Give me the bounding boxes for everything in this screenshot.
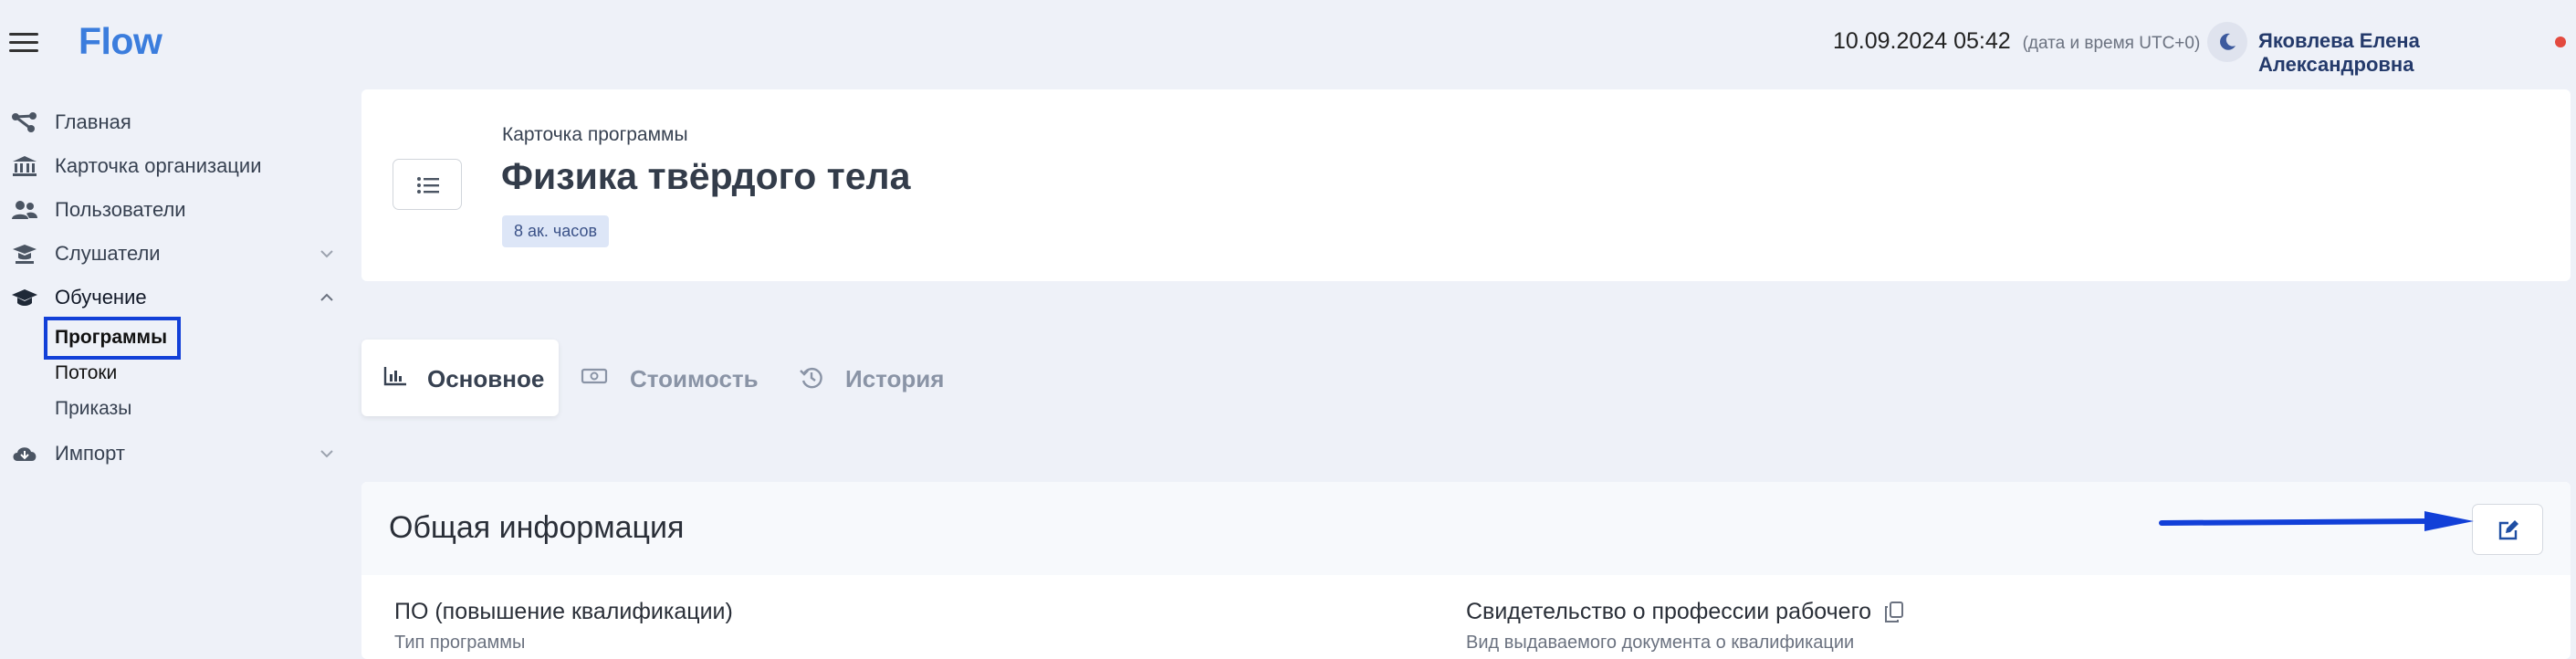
tab-label: История xyxy=(845,365,945,392)
program-card: Карточка программы Физика твёрдого тела … xyxy=(361,89,2571,281)
user-name[interactable]: Яковлева Елена Александровна xyxy=(2258,29,2576,77)
theme-toggle-button[interactable] xyxy=(2207,22,2247,62)
app-logo[interactable]: Flow xyxy=(79,20,162,63)
document-type-row: Свидетельство о профессии рабочего xyxy=(1466,599,1904,625)
history-icon xyxy=(800,367,822,389)
datetime-note: (дата и время UTC+0) xyxy=(2022,34,2201,53)
document-type-value: Свидетельство о профессии рабочего xyxy=(1466,599,1872,624)
bank-icon xyxy=(13,156,37,176)
money-icon xyxy=(581,368,608,384)
general-info-panel: Общая информация ПО (повышение квалифика… xyxy=(361,482,2571,659)
sidebar-subitem-label: Потоки xyxy=(55,362,118,383)
sidebar-item-label: Главная xyxy=(55,110,131,133)
cloud-download-icon xyxy=(13,447,37,461)
sidebar-subitem-streams[interactable]: Потоки xyxy=(0,355,347,391)
sidebar-subitem-label: Программы xyxy=(55,327,168,348)
sidebar-item-label: Пользователи xyxy=(55,198,186,221)
program-type-caption: Тип программы xyxy=(394,633,526,653)
datetime-value: 10.09.2024 05:42 xyxy=(1833,28,2011,54)
flow-icon xyxy=(12,112,37,132)
chevron-up-icon[interactable] xyxy=(318,288,336,307)
program-type-field: ПО (повышение квалификации) Тип программ… xyxy=(394,599,733,654)
sidebar-item-label: Обучение xyxy=(55,286,147,309)
sidebar-subitem-programs[interactable]: Программы xyxy=(0,319,347,355)
sidebar: Главная Карточка организации Пользовател… xyxy=(0,100,347,476)
current-datetime: 10.09.2024 05:42 (дата и время UTC+0) xyxy=(1833,28,2200,55)
sidebar-item-label: Карточка организации xyxy=(55,154,262,177)
sidebar-subitem-orders[interactable]: Приказы xyxy=(0,391,347,426)
chevron-down-icon[interactable] xyxy=(318,445,336,463)
copy-icon[interactable] xyxy=(1884,601,1904,623)
hours-badge: 8 ак. часов xyxy=(502,215,610,247)
tab-main[interactable]: Основное xyxy=(361,340,559,416)
program-type-value: ПО (повышение квалификации) xyxy=(394,599,733,624)
sidebar-item-label: Слушатели xyxy=(55,242,161,265)
edit-icon xyxy=(2498,520,2518,540)
section-title: Общая информация xyxy=(389,510,685,545)
edit-button[interactable] xyxy=(2472,504,2543,555)
users-icon xyxy=(12,201,37,219)
program-list-button[interactable] xyxy=(393,159,462,210)
hamburger-icon[interactable] xyxy=(9,33,38,55)
chevron-down-icon[interactable] xyxy=(318,245,336,263)
sidebar-item-organization[interactable]: Карточка организации xyxy=(0,144,347,188)
tab-cost[interactable]: Стоимость xyxy=(559,340,769,416)
chart-icon xyxy=(383,367,406,386)
tab-label: Основное xyxy=(427,365,545,392)
sidebar-subitem-label: Приказы xyxy=(55,398,132,419)
sidebar-item-label: Импорт xyxy=(55,442,125,465)
sidebar-item-import[interactable]: Импорт xyxy=(0,432,347,476)
student-icon xyxy=(13,245,37,264)
document-type-field: Свидетельство о профессии рабочего Вид в… xyxy=(1466,599,1904,654)
list-icon xyxy=(417,177,439,194)
tab-label: Стоимость xyxy=(630,365,759,392)
general-info-header: Общая информация xyxy=(361,482,2571,575)
sidebar-item-training[interactable]: Обучение xyxy=(0,276,347,319)
moon-icon xyxy=(2220,33,2236,50)
tab-history[interactable]: История xyxy=(781,340,982,416)
card-subtitle: Карточка программы xyxy=(502,124,688,145)
sidebar-item-home[interactable]: Главная xyxy=(0,100,347,144)
sidebar-item-listeners[interactable]: Слушатели xyxy=(0,232,347,276)
top-bar: Flow 10.09.2024 05:42 (дата и время UTC+… xyxy=(0,0,2576,88)
graduation-cap-icon xyxy=(12,289,37,306)
sidebar-item-users[interactable]: Пользователи xyxy=(0,188,347,232)
notification-dot xyxy=(2555,37,2566,47)
page-title: Физика твёрдого тела xyxy=(501,155,911,197)
document-type-caption: Вид выдаваемого документа о квалификации xyxy=(1466,633,1855,653)
